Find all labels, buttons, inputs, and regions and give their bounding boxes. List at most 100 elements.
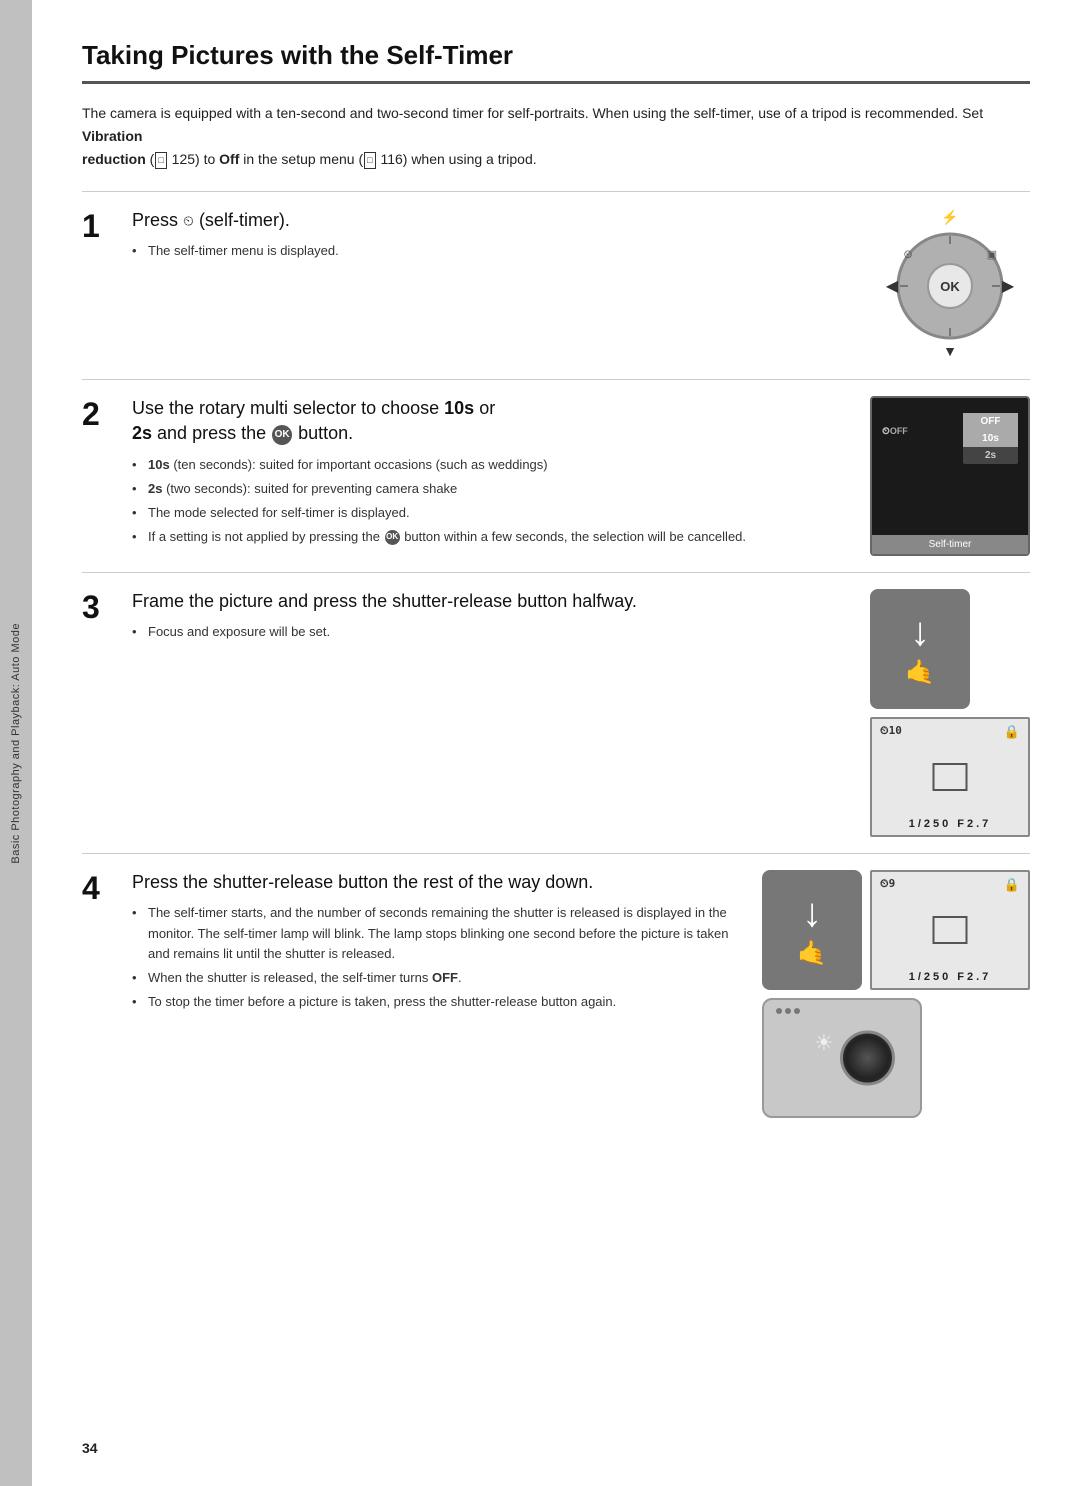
step-2-b2-text: (two seconds): suited for preventing cam…: [162, 481, 457, 496]
vf3-bottom: 1/250 F2.7: [872, 818, 1028, 830]
step-1: 1 Press ⏲ (self-timer). The self-timer m…: [82, 191, 1030, 379]
step-2-image: ⏲OFF OFF 10s 2s Self-timer: [870, 396, 1030, 556]
svg-text:▶: ▶: [1002, 278, 1015, 295]
step-2-b4-pre: If a setting is not applied by pressing …: [148, 529, 384, 544]
shutter-down-arrow: ↓: [910, 612, 930, 652]
selftimer-screen: ⏲OFF OFF 10s 2s Self-timer: [870, 396, 1030, 556]
intro-bold-vibration: Vibrationreduction: [82, 128, 146, 167]
step-2-bullet-2: 2s (two seconds): suited for preventing …: [132, 479, 850, 499]
ref1-icon: □: [155, 152, 166, 169]
step-1-bullets: The self-timer menu is displayed.: [132, 241, 850, 261]
step-2-main: Use the rotary multi selector to choose …: [132, 396, 850, 551]
vf4-top-left: ⏲9: [880, 877, 895, 891]
step-2: 2 Use the rotary multi selector to choos…: [82, 379, 1030, 572]
intro-text-3: in the setup menu (□ 116) when using a t…: [239, 151, 536, 167]
step-2-b1-bold: 10s: [148, 457, 170, 472]
page-number: 34: [82, 1440, 98, 1456]
intro-text-2: (□ 125) to: [146, 151, 219, 167]
step-3-viewfinder: ⏲10 🔒 1/250 F2.7: [870, 717, 1030, 837]
step-1-bullet-1: The self-timer menu is displayed.: [132, 241, 850, 261]
dot-1: [776, 1008, 782, 1014]
vf4-focus-box: [933, 916, 968, 944]
svg-text:⏲: ⏲: [904, 249, 913, 261]
shutter4-hand: 🤙: [797, 939, 827, 968]
intro-text-1: The camera is equipped with a ten-second…: [82, 105, 983, 121]
step-3-b1-text: Focus and exposure will be set.: [148, 624, 330, 639]
vf3-top-left: ⏲10: [880, 724, 902, 738]
step-4-bullet-2: When the shutter is released, the self-t…: [132, 968, 742, 988]
page-title: Taking Pictures with the Self-Timer: [82, 40, 1030, 84]
side-tab-label: Basic Photography and Playback: Auto Mod…: [10, 623, 22, 864]
cam-flash-dots: [776, 1008, 800, 1014]
svg-text:▣: ▣: [987, 249, 997, 261]
step-4-b2-off: OFF: [432, 970, 458, 985]
step-2-b4-post: button within a few seconds, the selecti…: [401, 529, 746, 544]
step-2-bullet-3: The mode selected for self-timer is disp…: [132, 503, 850, 523]
step-2-or: or: [474, 398, 495, 418]
step-4-bullets: The self-timer starts, and the number of…: [132, 903, 742, 1012]
camera-lens: [840, 1031, 895, 1086]
step-4-number: 4: [82, 870, 132, 904]
vf4-top-right: 🔒: [1004, 877, 1020, 893]
cam-sun-icon: ☀: [814, 1030, 834, 1056]
step-1-title-post: (self-timer).: [194, 210, 290, 230]
camera-body-image: ☀: [762, 998, 922, 1118]
shutter-hand-icon: 🤙: [905, 658, 935, 687]
step-4-bullet-1: The self-timer starts, and the number of…: [132, 903, 742, 963]
vf3-focus-box: [933, 763, 968, 791]
step-4-title: Press the shutter-release button the res…: [132, 870, 742, 895]
svg-text:▼: ▼: [943, 343, 957, 358]
step-4-title-text: Press the shutter-release button the res…: [132, 872, 593, 892]
step-4-images: ↓ 🤙 ⏲9 🔒 1/250 F2.7 ☀: [762, 870, 1030, 1118]
step-1-main: Press ⏲ (self-timer). The self-timer men…: [132, 208, 850, 265]
step-1-bullet-text: The self-timer menu is displayed.: [148, 243, 339, 258]
step-2-b1-text: (ten seconds): suited for important occa…: [170, 457, 548, 472]
step-2-bullet-1: 10s (ten seconds): suited for important …: [132, 455, 850, 475]
step-2-b3-text: The mode selected for self-timer is disp…: [148, 505, 410, 520]
step-4-main: Press the shutter-release button the res…: [132, 870, 742, 1016]
ok-button-ref-step2: OK: [272, 425, 292, 445]
svg-text:◀: ◀: [886, 278, 899, 295]
step-3-title: Frame the picture and press the shutter-…: [132, 589, 850, 614]
step-2-b2-bold: 2s: [148, 481, 162, 496]
step-3-images: ↓ 🤙 ⏲10 🔒 1/250 F2.7: [870, 589, 1030, 837]
step-4-b3-text: To stop the timer before a picture is ta…: [148, 994, 616, 1009]
side-tab: Basic Photography and Playback: Auto Mod…: [0, 0, 32, 1486]
step-1-number: 1: [82, 208, 132, 242]
dot-2: [785, 1008, 791, 1014]
dot-3: [794, 1008, 800, 1014]
st-10s-item: 10s: [963, 430, 1018, 447]
st-bottom-label: Self-timer: [872, 535, 1028, 554]
intro-paragraph: The camera is equipped with a ten-second…: [82, 102, 1030, 171]
step-3-number: 3: [82, 589, 132, 623]
svg-text:OK: OK: [940, 279, 960, 294]
st-left-label: ⏲OFF: [882, 426, 908, 437]
step-4-b2-pre: When the shutter is released, the self-t…: [148, 970, 432, 985]
st-menu: OFF 10s 2s: [963, 413, 1018, 464]
step-1-image: ⚡ ▼ ◀ ▶ OK ⏲ ▣: [870, 208, 1030, 363]
dial-svg: ⚡ ▼ ◀ ▶ OK ⏲ ▣: [870, 208, 1030, 358]
shutter-image-step4: ↓ 🤙: [762, 870, 862, 990]
st-2s-item: 2s: [963, 447, 1018, 464]
step-4: 4 Press the shutter-release button the r…: [82, 853, 1030, 1134]
page-content: Taking Pictures with the Self-Timer The …: [32, 0, 1080, 1486]
step-2-number: 2: [82, 396, 132, 430]
step-3-main: Frame the picture and press the shutter-…: [132, 589, 850, 646]
svg-text:⚡: ⚡: [941, 209, 958, 226]
intro-bold-off: Off: [219, 151, 239, 167]
step-4-bullet-3: To stop the timer before a picture is ta…: [132, 992, 742, 1012]
step-2-pre: Use the rotary multi selector to choose: [132, 398, 444, 418]
step-3-bullets: Focus and exposure will be set.: [132, 622, 850, 642]
step-2-end: button.: [293, 423, 353, 443]
step-2-10s: 10s: [444, 398, 474, 418]
vf3-top-right: 🔒: [1004, 724, 1020, 740]
vf4-bottom: 1/250 F2.7: [872, 971, 1028, 983]
step-4-viewfinder: ⏲9 🔒 1/250 F2.7: [870, 870, 1030, 990]
step-4-b1-text: The self-timer starts, and the number of…: [148, 905, 728, 960]
step-2-bullets: 10s (ten seconds): suited for important …: [132, 455, 850, 548]
intro-bold-reduction: reduction: [82, 151, 146, 167]
step-2-bullet-4: If a setting is not applied by pressing …: [132, 527, 850, 547]
step-1-title-pre: Press: [132, 210, 183, 230]
step-3-bullet-1: Focus and exposure will be set.: [132, 622, 850, 642]
step-1-title: Press ⏲ (self-timer).: [132, 208, 850, 233]
